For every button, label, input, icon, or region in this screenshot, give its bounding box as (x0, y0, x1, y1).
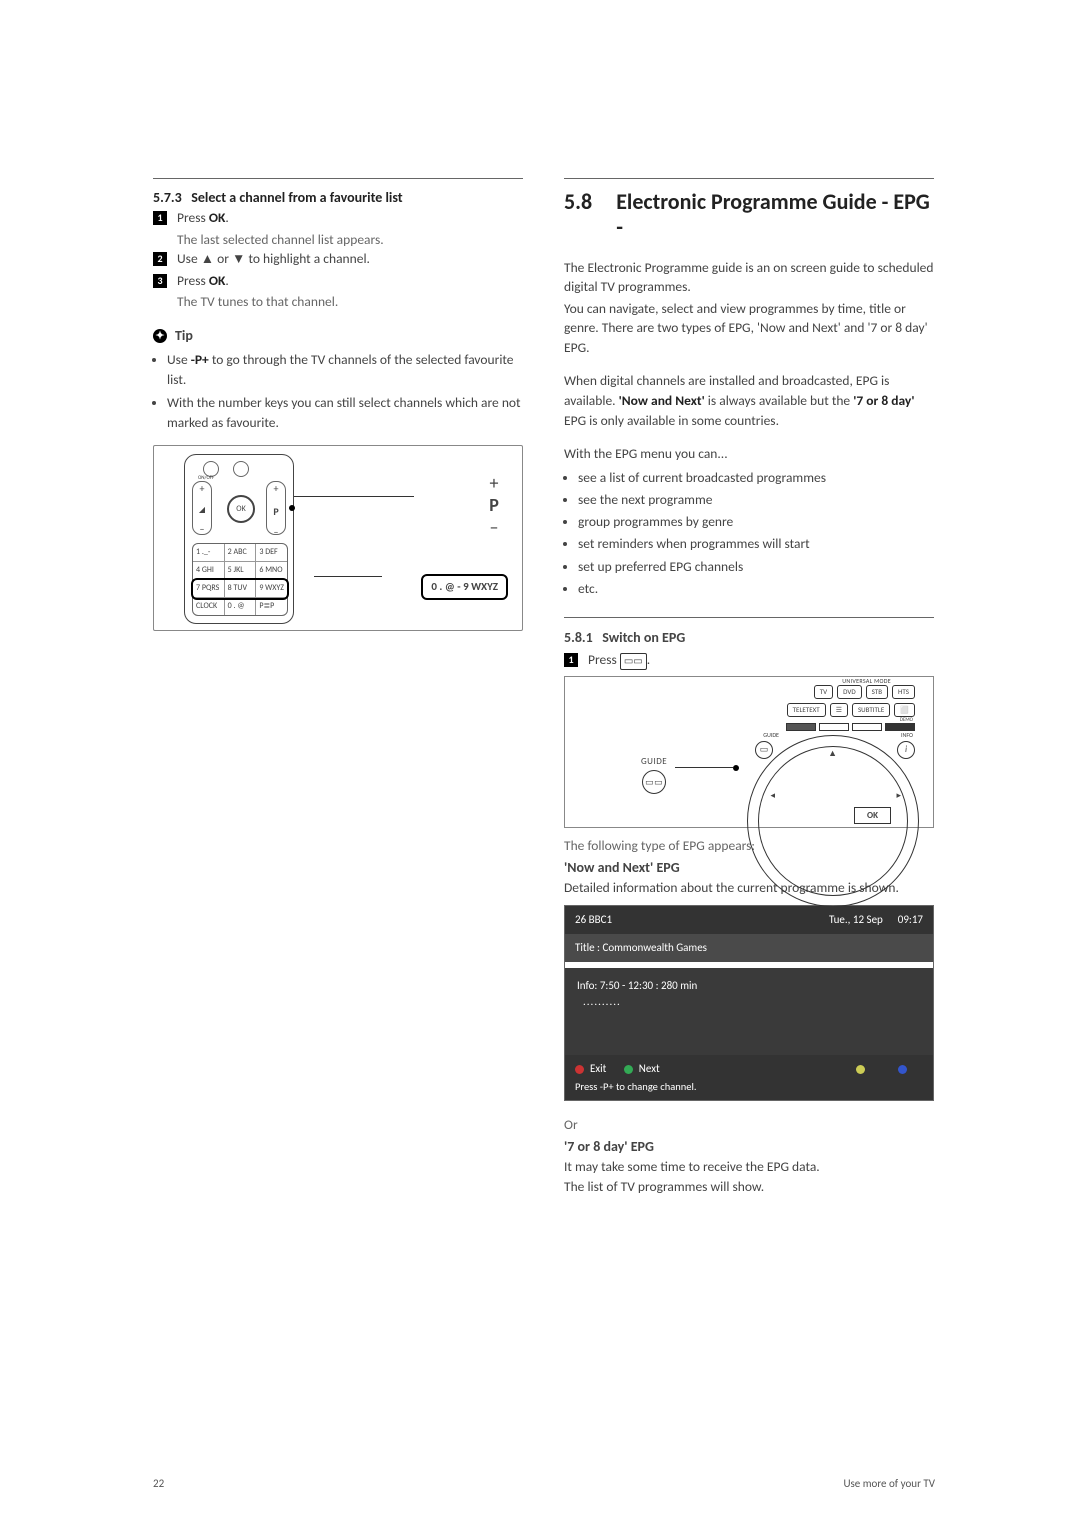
footer-label: Use more of your TV (843, 1477, 935, 1490)
blue-dot-icon (898, 1065, 907, 1074)
epg-screen: 26 BBC1 Tue., 12 Sep 09:17 Title : Commo… (564, 905, 934, 1101)
red-dot-icon (575, 1065, 584, 1074)
step-1: 1 Press OK. (153, 208, 523, 228)
remote-diagram: ON/OFF + ◢ – OK + P – 1 ._-2 ABC3 DEF (153, 445, 523, 631)
guide-icon: ▭▭ (620, 653, 647, 670)
guide-icon-large: ▭▭ (642, 770, 666, 794)
sub-573: 5.7.3 Select a channel from a favourite … (153, 189, 523, 206)
page-footer: 22 Use more of your TV (153, 1477, 935, 1490)
guide-button-small: ▭ (755, 741, 773, 759)
page-number: 22 (153, 1477, 164, 1490)
tip-heading: ✦ Tip (153, 326, 523, 346)
step-581-1: 1 Press ▭▭. (564, 650, 934, 670)
left-column: 5.7.3 Select a channel from a favourite … (153, 178, 523, 1196)
yellow-dot-icon (856, 1065, 865, 1074)
step-2: 2 Use ▲ or ▼ to highlight a channel. (153, 249, 523, 269)
remote-guide-diagram: UNIVERSAL MODE TV DVD STB HTS TELETEXT ☰… (564, 676, 934, 828)
tip-icon: ✦ (153, 329, 167, 343)
green-dot-icon (624, 1065, 633, 1074)
right-column: 5.8 Electronic Programme Guide - EPG - T… (564, 178, 934, 1196)
info-button-small: i (897, 741, 915, 759)
section-5-8: 5.8 Electronic Programme Guide - EPG - (564, 189, 934, 240)
step-3: 3 Press OK. (153, 271, 523, 291)
